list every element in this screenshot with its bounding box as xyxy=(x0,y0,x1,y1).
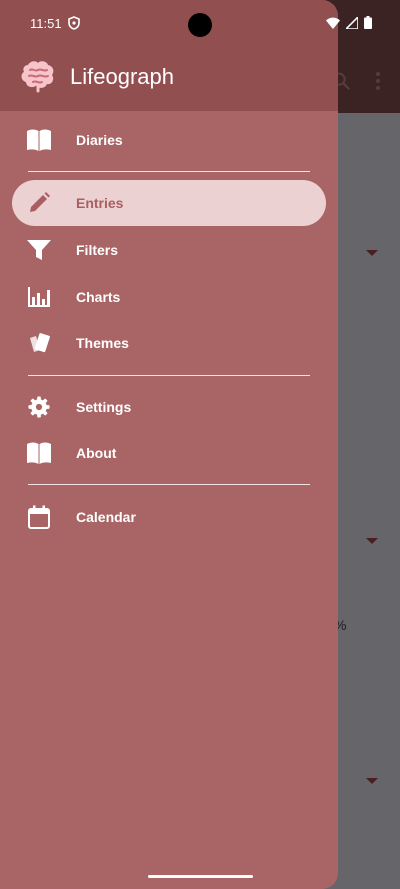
divider-1 xyxy=(28,171,310,172)
status-indicators xyxy=(326,16,372,29)
status-bar: 11:51 xyxy=(0,0,400,48)
nav-label-filters: Filters xyxy=(76,242,119,258)
swatch-cards-icon xyxy=(26,330,52,356)
dropdown-caret-1 xyxy=(366,250,378,256)
nav-item-settings[interactable]: Settings xyxy=(12,384,326,430)
book-open-icon xyxy=(26,440,52,466)
app-title: Lifeograph xyxy=(70,64,174,89)
nav-label-themes: Themes xyxy=(76,335,129,351)
nav-item-entries[interactable]: Entries xyxy=(12,180,326,226)
nav-item-about[interactable]: About xyxy=(12,430,326,476)
divider-2 xyxy=(28,375,310,376)
nav-item-themes[interactable]: Themes xyxy=(12,320,326,366)
nav-item-filters[interactable]: Filters xyxy=(12,227,326,273)
battery-icon xyxy=(364,16,372,29)
filter-funnel-icon xyxy=(26,237,52,263)
nav-label-charts: Charts xyxy=(76,289,121,305)
book-icon xyxy=(26,127,52,153)
calendar-icon xyxy=(26,504,52,530)
nav-label-calendar: Calendar xyxy=(76,509,136,525)
dropdown-caret-2 xyxy=(366,538,378,544)
more-vert-icon xyxy=(376,72,380,90)
wifi-icon xyxy=(326,17,340,29)
nav-label-about: About xyxy=(76,445,117,461)
shield-icon xyxy=(68,16,80,30)
nav-item-charts[interactable]: Charts xyxy=(12,274,326,320)
nav-label-entries: Entries xyxy=(76,195,124,211)
brain-logo-icon xyxy=(21,61,54,93)
pencil-icon xyxy=(26,190,52,216)
cell-signal-icon xyxy=(346,16,358,29)
status-time: 11:51 xyxy=(30,16,62,31)
nav-item-calendar[interactable]: Calendar xyxy=(12,494,326,540)
nav-label-settings: Settings xyxy=(76,399,132,415)
nav-item-diaries[interactable]: Diaries xyxy=(12,117,326,163)
dropdown-caret-3 xyxy=(366,778,378,784)
home-gesture-bar[interactable] xyxy=(148,875,253,878)
divider-3 xyxy=(28,484,310,485)
navigation-drawer: Lifeograph Diaries Entries Filters Chart… xyxy=(0,0,338,889)
gear-icon xyxy=(26,394,52,420)
nav-label-diaries: Diaries xyxy=(76,132,123,148)
camera-cutout xyxy=(188,13,212,37)
bar-chart-icon xyxy=(26,284,52,310)
